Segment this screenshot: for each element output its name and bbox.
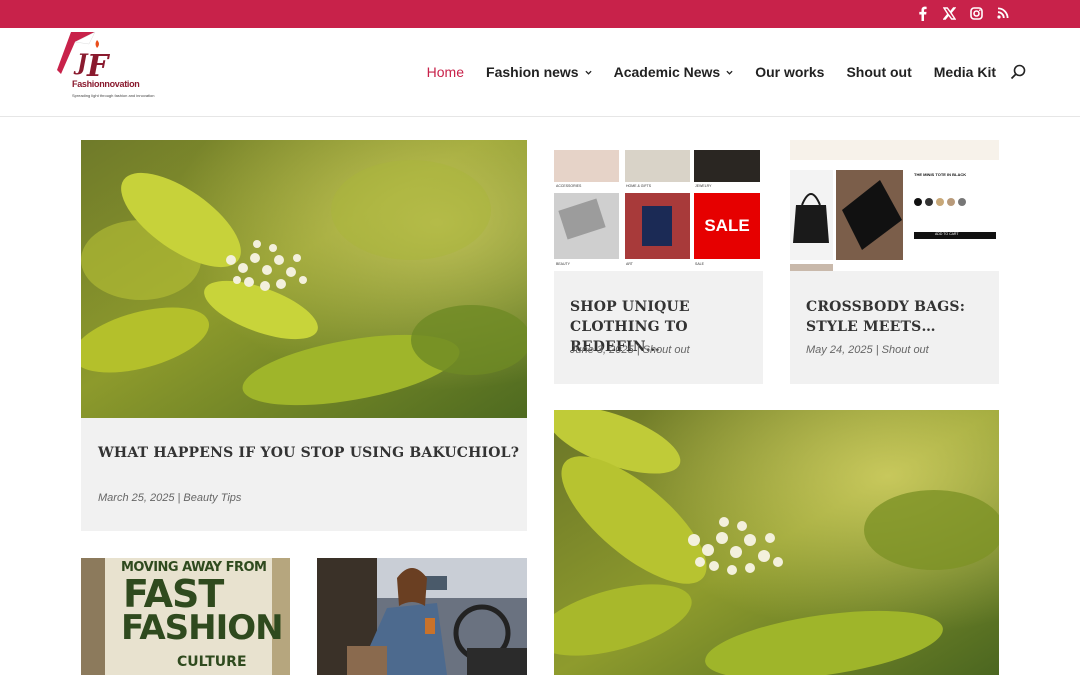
search-icon[interactable]	[1010, 64, 1026, 80]
site-header: F J Fashionnovation Spreading light thro…	[0, 28, 1080, 117]
instagram-icon[interactable]	[969, 4, 983, 22]
meta-separator: |	[636, 344, 640, 356]
post-date: June 3, 2025	[570, 344, 634, 356]
poster-line: CULTURE	[177, 654, 247, 670]
svg-text:J: J	[73, 50, 89, 76]
nav-shout-out[interactable]: Shout out	[846, 64, 911, 80]
meta-separator: |	[177, 492, 181, 504]
meta-separator: |	[875, 344, 879, 356]
post-image-fast-fashion-poster[interactable]: MOVING AWAY FROM FAST FASHION CULTURE	[81, 558, 290, 675]
nav-fashion-news[interactable]: Fashion news	[486, 64, 592, 80]
nav-our-works-label: Our works	[755, 64, 825, 80]
post-title[interactable]: WHAT HAPPENS IF YOU STOP USING BAKUCHIOL…	[98, 445, 519, 461]
post-card-car-woman[interactable]	[317, 558, 527, 675]
nav-home[interactable]: Home	[427, 64, 464, 80]
thumb-add-to-cart: ADD TO CART	[935, 232, 959, 236]
nav-media-kit[interactable]: Media Kit	[934, 64, 996, 80]
post-image-car-interior[interactable]	[317, 558, 527, 675]
x-icon[interactable]	[942, 4, 956, 22]
nav-home-label: Home	[426, 64, 465, 80]
nav-academic-news-label: Academic News	[613, 64, 721, 80]
chevron-down-icon	[585, 70, 592, 75]
post-category-link[interactable]: Shout out	[643, 344, 690, 356]
post-card-crossbody-bags[interactable]: THE MINIS TOTE IN BLACK ADD TO CART CROS…	[790, 140, 999, 384]
social-links	[915, 4, 1010, 22]
post-card-bakuchiol[interactable]: WHAT HAPPENS IF YOU STOP USING BAKUCHIOL…	[81, 140, 527, 531]
thumb-product-title: THE MINIS TOTE IN BLACK	[914, 172, 967, 177]
post-meta: March 25, 2025 | Beauty Tips	[98, 492, 241, 504]
post-title-line: CROSSBODY BAGS:	[806, 299, 966, 315]
post-card-featured-leaves[interactable]	[554, 410, 999, 675]
thumb-label-accessories: ACCESSORIES	[556, 184, 582, 188]
sale-badge: SALE	[694, 193, 760, 259]
thumb-label-beauty: BEAUTY	[556, 262, 571, 266]
facebook-icon[interactable]	[915, 4, 929, 22]
nav-media-kit-label: Media Kit	[933, 64, 996, 80]
post-category-link[interactable]: Beauty Tips	[183, 492, 241, 504]
post-title-line: SHOP UNIQUE	[570, 299, 690, 315]
top-bar	[0, 0, 1080, 28]
chevron-down-icon	[726, 70, 733, 75]
thumb-label-home: HOME & GIFTS	[626, 184, 652, 188]
logo-wordmark: Fashionnovation	[72, 79, 140, 89]
main-nav: Home Fashion news Academic News Our work…	[427, 64, 996, 80]
post-image-bags[interactable]: THE MINIS TOTE IN BLACK ADD TO CART	[790, 140, 999, 271]
nav-our-works[interactable]: Our works	[755, 64, 824, 80]
post-meta: May 24, 2025 | Shout out	[806, 344, 929, 356]
site-logo[interactable]: F J Fashionnovation Spreading light thro…	[57, 30, 155, 106]
post-date: March 25, 2025	[98, 492, 175, 504]
nav-fashion-news-label: Fashion news	[486, 64, 579, 80]
logo-tagline: Spreading light through fashion and inno…	[72, 93, 155, 98]
post-card-fast-fashion[interactable]: MOVING AWAY FROM FAST FASHION CULTURE	[81, 558, 290, 675]
post-category-link[interactable]: Shout out	[882, 344, 929, 356]
poster-line: FASHION	[121, 608, 284, 648]
nav-academic-news[interactable]: Academic News	[614, 64, 734, 80]
thumb-label-jewelry: JEWELRY	[695, 184, 712, 188]
nav-shout-out-label: Shout out	[846, 64, 912, 80]
post-image-leaves-large[interactable]	[554, 410, 999, 675]
post-title[interactable]: CROSSBODY BAGS: STYLE MEETS…	[806, 297, 965, 337]
post-meta: June 3, 2025 | Shout out	[570, 344, 690, 356]
post-card-shop-unique[interactable]: SALE ACCESSORIES HOME & GIFTS JEWELRY BE…	[554, 140, 763, 384]
post-image-leaves[interactable]	[81, 140, 527, 418]
post-title-line: STYLE MEETS…	[806, 319, 936, 335]
rss-icon[interactable]	[996, 4, 1010, 22]
post-date: May 24, 2025	[806, 344, 873, 356]
thumb-label-sale: SALE	[695, 262, 704, 266]
thumb-label-art: ART	[626, 262, 633, 266]
post-image-shop-collage[interactable]: SALE ACCESSORIES HOME & GIFTS JEWELRY BE…	[554, 140, 763, 271]
